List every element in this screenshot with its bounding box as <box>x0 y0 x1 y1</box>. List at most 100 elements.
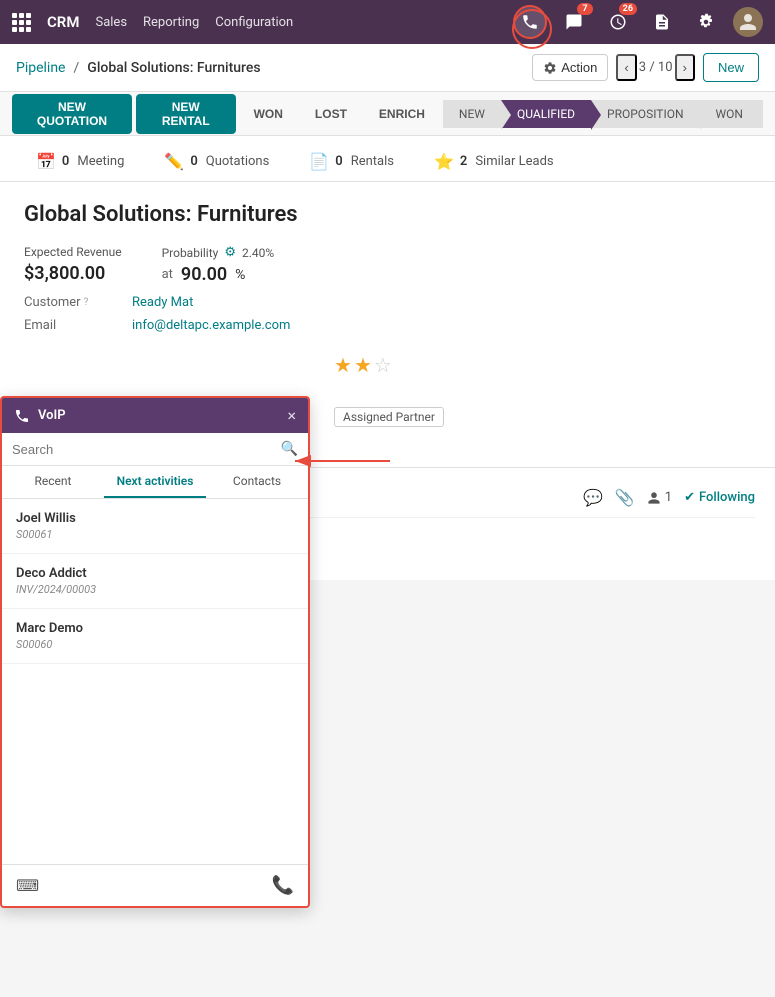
probability-gear-icon[interactable]: ⚙ <box>224 245 236 260</box>
revenue-prob-row: Expected Revenue $3,800.00 Probability ⚙… <box>24 245 751 285</box>
docs-nav-button[interactable] <box>645 5 679 39</box>
following-label: Following <box>699 490 755 505</box>
next-record-button[interactable]: › <box>675 54 695 81</box>
keyboard-icon[interactable]: ⌨ <box>16 876 39 895</box>
new-record-button[interactable]: New <box>703 53 759 82</box>
customer-value[interactable]: Ready Mat <box>132 295 193 310</box>
pipeline-new[interactable]: NEW <box>443 100 501 128</box>
partner-section: Assigned Partner <box>334 407 751 447</box>
contact-name-1: Joel Willis <box>16 511 294 526</box>
voip-search-input[interactable] <box>12 442 275 457</box>
voip-title-text: VoIP <box>38 408 66 423</box>
voip-tab-next-activities[interactable]: Next activities <box>104 466 206 498</box>
new-rental-button[interactable]: NEW RENTAL <box>136 94 236 134</box>
tab-quotations[interactable]: ✏️ 0 Quotations <box>144 144 289 181</box>
status-bar: NEW QUOTATION NEW RENTAL WON LOST ENRICH… <box>0 92 775 136</box>
activity-icon <box>609 13 627 31</box>
customer-help-icon[interactable]: ? <box>84 297 89 308</box>
activity-badge: 26 <box>619 3 637 15</box>
expected-revenue-label: Expected Revenue <box>24 245 122 259</box>
customer-row: Customer ? Ready Mat <box>24 295 751 310</box>
attachment-icon[interactable]: 📎 <box>615 488 635 507</box>
lead-title: Global Solutions: Furnitures <box>24 202 751 227</box>
followers-count: 1 <box>647 490 672 505</box>
won-button[interactable]: WON <box>240 101 297 127</box>
customer-label: Customer ? <box>24 295 124 310</box>
stars-row: ★ ★ ☆ <box>334 353 751 387</box>
voip-icon <box>521 13 539 31</box>
voip-tabs: Recent Next activities Contacts <box>2 466 308 499</box>
star-2[interactable]: ★ <box>354 353 372 377</box>
similar-leads-label: Similar Leads <box>475 154 553 169</box>
reporting-link[interactable]: Reporting <box>143 15 199 30</box>
list-item[interactable]: Deco Addict INV/2024/00003 <box>2 554 308 609</box>
voip-header: VoIP × <box>2 398 308 433</box>
tab-rentals[interactable]: 📄 0 Rentals <box>289 144 414 181</box>
apps-menu-button[interactable] <box>12 13 31 32</box>
chat-nav-button[interactable]: 7 <box>557 5 591 39</box>
contact-ref-2: INV/2024/00003 <box>16 583 294 596</box>
expected-revenue-group: Expected Revenue $3,800.00 <box>24 245 122 284</box>
tab-similar-leads[interactable]: ⭐ 2 Similar Leads <box>414 144 574 181</box>
message-bottom-icon[interactable]: 💬 <box>583 488 603 507</box>
contact-name-2: Deco Addict <box>16 566 294 581</box>
enrich-button[interactable]: ENRICH <box>365 101 439 127</box>
prev-record-button[interactable]: ‹ <box>616 54 636 81</box>
followers-number: 1 <box>665 490 672 505</box>
voip-tab-recent[interactable]: Recent <box>2 466 104 498</box>
rentals-tab-icon: 📄 <box>309 152 329 171</box>
quotations-label: Quotations <box>206 154 270 169</box>
percent-sign: % <box>235 267 245 283</box>
voip-panel: VoIP × 🔍 Recent Next activities Contacts… <box>0 396 310 908</box>
tab-meeting[interactable]: 📅 0 Meeting <box>16 144 144 181</box>
at-label: at <box>162 267 173 282</box>
following-button[interactable]: ✔ Following <box>684 490 755 505</box>
voip-close-button[interactable]: × <box>287 406 296 425</box>
chat-badge: 7 <box>577 3 593 15</box>
settings-nav-button[interactable] <box>689 5 723 39</box>
nav-links: Sales Reporting Configuration <box>95 15 293 30</box>
crm-brand[interactable]: CRM <box>47 13 79 31</box>
probability-label: Probability <box>162 246 219 260</box>
activity-nav-button[interactable]: 26 <box>601 5 635 39</box>
new-quotation-button[interactable]: NEW QUOTATION <box>12 94 132 134</box>
voip-contact-list: Joel Willis S00061 Deco Addict INV/2024/… <box>2 499 308 864</box>
list-item[interactable]: Joel Willis S00061 <box>2 499 308 554</box>
ai-probability: 2.40% <box>242 246 274 260</box>
sales-link[interactable]: Sales <box>95 15 127 30</box>
lost-button[interactable]: LOST <box>301 101 361 127</box>
pipeline-qualified[interactable]: QUALIFIED <box>501 100 591 128</box>
priority-stars[interactable]: ★ ★ ☆ <box>334 353 751 377</box>
contact-ref-3: S00060 <box>16 638 294 651</box>
person-icon <box>647 491 661 505</box>
call-icon[interactable]: 📞 <box>272 875 294 896</box>
quotations-count: 0 <box>190 154 197 169</box>
docs-icon <box>653 13 671 31</box>
rentals-count: 0 <box>335 154 342 169</box>
voip-nav-button[interactable] <box>513 5 547 39</box>
probability-value[interactable]: 90.00 <box>181 264 227 285</box>
assigned-partner-tag[interactable]: Assigned Partner <box>334 407 444 427</box>
top-nav-right: 7 26 <box>513 5 763 39</box>
star-1[interactable]: ★ <box>334 353 352 377</box>
settings-icon <box>697 13 715 31</box>
voip-footer: ⌨ 📞 <box>2 864 308 906</box>
contact-name-3: Marc Demo <box>16 621 294 636</box>
voip-search-area: 🔍 <box>2 433 308 466</box>
list-item[interactable]: Marc Demo S00060 <box>2 609 308 664</box>
tabs-row: 📅 0 Meeting ✏️ 0 Quotations 📄 0 Rentals … <box>0 136 775 182</box>
action-button[interactable]: Action <box>532 54 608 81</box>
star-3[interactable]: ☆ <box>374 353 392 377</box>
configuration-link[interactable]: Configuration <box>215 15 293 30</box>
grid-icon <box>12 13 31 32</box>
breadcrumb-actions: Action ‹ 3 / 10 › New <box>532 53 759 82</box>
breadcrumb-parent-link[interactable]: Pipeline <box>16 60 66 76</box>
expected-revenue-value[interactable]: $3,800.00 <box>24 263 122 284</box>
probability-group: Probability ⚙ 2.40% at 90.00 % <box>162 245 275 285</box>
gear-small-icon <box>543 61 557 75</box>
user-avatar[interactable] <box>733 7 763 37</box>
pipeline-proposition[interactable]: PROPOSITION <box>591 100 700 128</box>
voip-tab-contacts[interactable]: Contacts <box>206 466 308 498</box>
email-value[interactable]: info@deltapc.example.com <box>132 318 290 333</box>
email-row: Email info@deltapc.example.com <box>24 318 751 333</box>
